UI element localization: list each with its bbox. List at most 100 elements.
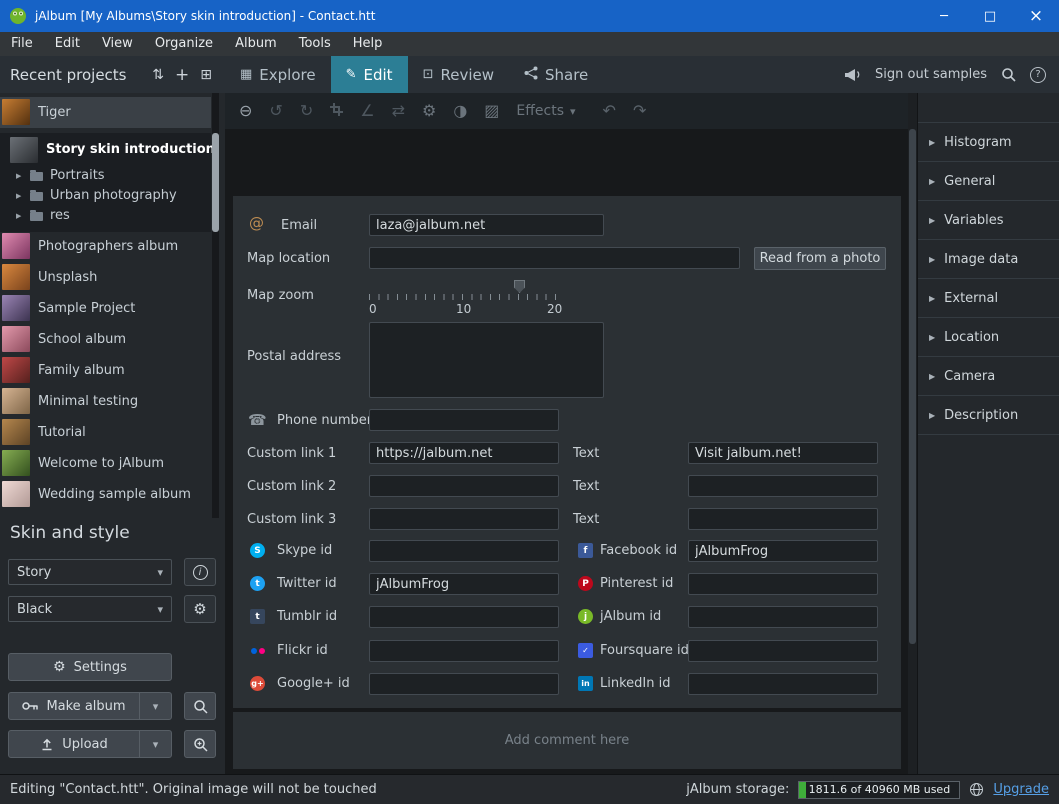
tumblr-id-input[interactable]	[369, 606, 559, 628]
project-row-school-album[interactable]: School album	[0, 324, 211, 355]
tree-item-urban-photography[interactable]: ▶ Urban photography	[0, 186, 211, 206]
info-icon: i	[193, 565, 208, 580]
project-row-welcome-to-jalbum[interactable]: Welcome to jAlbum	[0, 448, 211, 479]
flip-icon[interactable]: ⇄	[392, 103, 405, 119]
tree-item-portraits[interactable]: ▶ Portraits	[0, 166, 211, 186]
sidebar-scrollbar-thumb[interactable]	[212, 133, 219, 232]
make-album-dropdown[interactable]: ▾	[140, 693, 171, 719]
menu-album[interactable]: Album	[224, 32, 288, 56]
tab-review[interactable]: ⊡ Review	[408, 56, 509, 93]
map-zoom-slider[interactable]: 0 10 20	[369, 280, 565, 318]
preview-album-button[interactable]	[184, 730, 216, 758]
linkedin-id-input[interactable]	[688, 673, 878, 695]
minimize-button[interactable]: ─	[921, 0, 967, 32]
contrast-icon[interactable]: ◑	[453, 103, 467, 119]
search-icon[interactable]	[1001, 67, 1016, 82]
skin-select[interactable]: Story ▾	[8, 559, 172, 585]
main-scrollbar[interactable]	[908, 93, 917, 774]
redo-icon[interactable]: ↷	[633, 103, 646, 119]
undo-icon[interactable]: ↶	[603, 103, 616, 119]
foursquare-id-input[interactable]	[688, 640, 878, 662]
project-row-family-album[interactable]: Family album	[0, 355, 211, 386]
project-row-tiger[interactable]: Tiger	[0, 97, 211, 128]
panel-section-description[interactable]: ▶ Description	[918, 396, 1059, 435]
preview-search-button[interactable]	[184, 692, 216, 720]
menu-help[interactable]: Help	[342, 32, 394, 56]
map-zoom-thumb[interactable]	[514, 280, 525, 293]
project-row-unsplash[interactable]: Unsplash	[0, 262, 211, 293]
panel-section-variables[interactable]: ▶ Variables	[918, 201, 1059, 240]
effects-dropdown[interactable]: Effects ▾	[516, 103, 575, 119]
crop-icon[interactable]	[330, 103, 343, 119]
help-icon[interactable]: ?	[1030, 67, 1046, 83]
grid-view-icon[interactable]: ⊞	[200, 67, 212, 83]
style-settings-button[interactable]: ⚙	[184, 595, 216, 623]
tab-share[interactable]: Share	[509, 56, 603, 93]
close-button[interactable]: ×	[1013, 0, 1059, 32]
custom-link-3-url-input[interactable]	[369, 508, 559, 530]
rotate-right-icon[interactable]: ↻	[300, 103, 313, 119]
megaphone-icon[interactable]	[844, 67, 861, 82]
custom-link-1-text-input[interactable]	[688, 442, 878, 464]
custom-link-3-text-input[interactable]	[688, 508, 878, 530]
menu-file[interactable]: File	[0, 32, 44, 56]
phone-number-input[interactable]	[369, 409, 559, 431]
jalbum-id-input[interactable]	[688, 606, 878, 628]
comment-input[interactable]: Add comment here	[233, 712, 901, 769]
skin-info-button[interactable]: i	[184, 558, 216, 586]
straighten-icon[interactable]: ∠	[360, 103, 374, 119]
upgrade-link[interactable]: Upgrade	[993, 782, 1049, 797]
flickr-id-input[interactable]	[369, 640, 559, 662]
maximize-button[interactable]: □	[967, 0, 1013, 32]
project-row-minimal-testing[interactable]: Minimal testing	[0, 386, 211, 417]
main-scrollbar-thumb[interactable]	[909, 129, 916, 644]
panel-section-external[interactable]: ▶ External	[918, 279, 1059, 318]
postal-address-textarea[interactable]	[369, 322, 604, 398]
menu-view[interactable]: View	[91, 32, 144, 56]
settings-button[interactable]: ⚙ Settings	[8, 653, 172, 681]
map-location-input[interactable]	[369, 247, 740, 269]
email-input[interactable]	[369, 214, 604, 236]
rotate-left-icon[interactable]: ↺	[269, 103, 282, 119]
panel-section-camera[interactable]: ▶ Camera	[918, 357, 1059, 396]
custom-link-2-url-input[interactable]	[369, 475, 559, 497]
globe-icon[interactable]	[969, 782, 984, 797]
custom-link-2-text-input[interactable]	[688, 475, 878, 497]
menu-edit[interactable]: Edit	[44, 32, 91, 56]
menu-tools[interactable]: Tools	[288, 32, 342, 56]
upload-main[interactable]: Upload	[9, 731, 140, 757]
sidebar-scrollbar[interactable]	[212, 93, 219, 518]
panel-section-general[interactable]: ▶ General	[918, 162, 1059, 201]
adjust-icon[interactable]: ⚙	[422, 103, 436, 119]
project-row-tutorial[interactable]: Tutorial	[0, 417, 211, 448]
menu-organize[interactable]: Organize	[144, 32, 224, 56]
tab-edit[interactable]: ✎ Edit	[331, 56, 408, 93]
upload-dropdown[interactable]: ▾	[140, 731, 171, 757]
remove-icon[interactable]: ⊖	[239, 103, 252, 119]
levels-icon[interactable]: ▨	[484, 103, 499, 119]
googleplus-id-input[interactable]	[369, 673, 559, 695]
project-row-photographers-album[interactable]: Photographers album	[0, 231, 211, 262]
pinterest-id-input[interactable]	[688, 573, 878, 595]
style-select[interactable]: Black ▾	[8, 596, 172, 622]
panel-section-image-data[interactable]: ▶ Image data	[918, 240, 1059, 279]
upload-button[interactable]: Upload ▾	[8, 730, 172, 758]
make-album-button[interactable]: Make album ▾	[8, 692, 172, 720]
project-row-sample-project[interactable]: Sample Project	[0, 293, 211, 324]
tree-item-res[interactable]: ▶ res	[0, 206, 211, 226]
panel-section-histogram[interactable]: ▶ Histogram	[918, 123, 1059, 162]
skype-id-input[interactable]	[369, 540, 559, 562]
project-name: Story skin introduction	[46, 135, 215, 165]
sign-out-link[interactable]: Sign out samples	[875, 67, 987, 82]
panel-section-location[interactable]: ▶ Location	[918, 318, 1059, 357]
add-project-icon[interactable]: +	[175, 65, 189, 85]
custom-link-1-url-input[interactable]	[369, 442, 559, 464]
project-row-wedding-sample-album[interactable]: Wedding sample album	[0, 479, 211, 510]
tab-explore[interactable]: ▦ Explore	[225, 56, 331, 93]
facebook-id-input[interactable]	[688, 540, 878, 562]
read-from-photo-button[interactable]: Read from a photo	[754, 247, 886, 270]
twitter-id-input[interactable]	[369, 573, 559, 595]
sort-icon[interactable]: ⇅	[152, 67, 164, 83]
project-row-story-skin-introduction[interactable]: Story skin introduction	[0, 135, 211, 165]
make-album-main[interactable]: Make album	[9, 693, 140, 719]
